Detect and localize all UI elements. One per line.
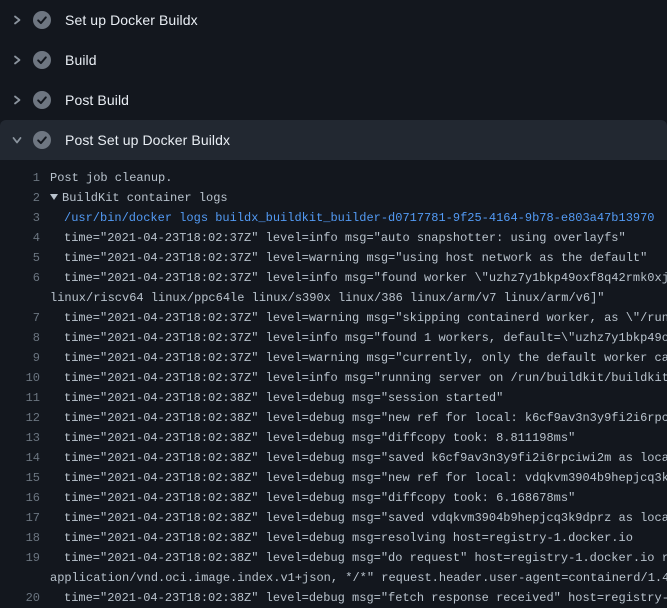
log-line-text: Post job cleanup. — [40, 168, 172, 188]
log-line-text: time="2021-04-23T18:02:37Z" level=warnin… — [40, 308, 667, 328]
step-header-post-build[interactable]: Post Build — [0, 80, 667, 120]
log-line: 10 time="2021-04-23T18:02:37Z" level=inf… — [0, 368, 667, 388]
log-line: 15 time="2021-04-23T18:02:38Z" level=deb… — [0, 468, 667, 488]
step-header-post-set-up-docker-buildx[interactable]: Post Set up Docker Buildx — [0, 120, 667, 160]
log-line-number[interactable] — [0, 288, 40, 308]
log-line: 14 time="2021-04-23T18:02:38Z" level=deb… — [0, 448, 667, 468]
log-line: 17 time="2021-04-23T18:02:38Z" level=deb… — [0, 508, 667, 528]
log-line-text: time="2021-04-23T18:02:38Z" level=debug … — [40, 468, 667, 488]
log-line: 1 Post job cleanup. — [0, 168, 667, 188]
log-line-text: application/vnd.oci.image.index.v1+json,… — [40, 568, 667, 588]
log-group-toggle-icon[interactable] — [50, 194, 58, 200]
step-title: Set up Docker Buildx — [65, 12, 198, 28]
log-line-text: linux/riscv64 linux/ppc64le linux/s390x … — [40, 288, 605, 308]
log-line-number[interactable]: 16 — [0, 488, 40, 508]
log-line: 3 /usr/bin/docker logs buildx_buildkit_b… — [0, 208, 667, 228]
log-line-number[interactable]: 13 — [0, 428, 40, 448]
log-line: 2 BuildKit container logs — [0, 188, 667, 208]
log-line: 11 time="2021-04-23T18:02:38Z" level=deb… — [0, 388, 667, 408]
log-line-text: time="2021-04-23T18:02:37Z" level=warnin… — [40, 348, 667, 368]
log-line-text: time="2021-04-23T18:02:37Z" level=info m… — [40, 228, 626, 248]
log-line-text: time="2021-04-23T18:02:37Z" level=info m… — [40, 268, 667, 288]
log-line-text: time="2021-04-23T18:02:38Z" level=debug … — [40, 388, 503, 408]
job-steps-list: Set up Docker Buildx Build — [0, 0, 667, 608]
log-line: 13 time="2021-04-23T18:02:38Z" level=deb… — [0, 428, 667, 448]
log-line-number[interactable]: 2 — [0, 188, 40, 208]
log-line-text: time="2021-04-23T18:02:38Z" level=debug … — [40, 508, 667, 528]
log-line-number[interactable]: 4 — [0, 228, 40, 248]
log-line-number[interactable]: 12 — [0, 408, 40, 428]
log-line-text: time="2021-04-23T18:02:38Z" level=debug … — [40, 428, 575, 448]
log-line: 12 time="2021-04-23T18:02:38Z" level=deb… — [0, 408, 667, 428]
chevron-right-icon — [12, 15, 22, 25]
step-header-build[interactable]: Build — [0, 40, 667, 80]
log-line-text: time="2021-04-23T18:02:38Z" level=debug … — [40, 448, 667, 468]
log-line-number[interactable]: 15 — [0, 468, 40, 488]
log-line: application/vnd.oci.image.index.v1+json,… — [0, 568, 667, 588]
log-line-number[interactable]: 10 — [0, 368, 40, 388]
step-success-icon — [33, 91, 51, 109]
step-title: Build — [65, 52, 97, 68]
log-line: 19 time="2021-04-23T18:02:38Z" level=deb… — [0, 548, 667, 568]
log-line: 9 time="2021-04-23T18:02:37Z" level=warn… — [0, 348, 667, 368]
log-line: 6 time="2021-04-23T18:02:37Z" level=info… — [0, 268, 667, 288]
log-line-number[interactable]: 20 — [0, 588, 40, 608]
log-line: 8 time="2021-04-23T18:02:37Z" level=info… — [0, 328, 667, 348]
log-line: linux/riscv64 linux/ppc64le linux/s390x … — [0, 288, 667, 308]
log-line-number[interactable]: 17 — [0, 508, 40, 528]
log-line-number[interactable] — [0, 568, 40, 588]
log-line-text: BuildKit container logs — [40, 188, 228, 208]
step-success-icon — [33, 131, 51, 149]
log-line-number[interactable]: 11 — [0, 388, 40, 408]
log-line: 16 time="2021-04-23T18:02:38Z" level=deb… — [0, 488, 667, 508]
log-line-text: time="2021-04-23T18:02:38Z" level=debug … — [40, 528, 633, 548]
log-line: 20 time="2021-04-23T18:02:38Z" level=deb… — [0, 588, 667, 608]
chevron-down-icon — [12, 135, 22, 145]
log-command-text: /usr/bin/docker logs buildx_buildkit_bui… — [40, 208, 655, 228]
log-line: 18 time="2021-04-23T18:02:38Z" level=deb… — [0, 528, 667, 548]
log-line-number[interactable]: 6 — [0, 268, 40, 288]
log-line-number[interactable]: 8 — [0, 328, 40, 348]
log-line: 4 time="2021-04-23T18:02:37Z" level=info… — [0, 228, 667, 248]
log-group-label[interactable]: BuildKit container logs — [62, 191, 228, 205]
step-header-set-up-docker-buildx[interactable]: Set up Docker Buildx — [0, 0, 667, 40]
log-line: 5 time="2021-04-23T18:02:37Z" level=warn… — [0, 248, 667, 268]
step-success-icon — [33, 51, 51, 69]
step-log-output: 1 Post job cleanup. 2 BuildKit container… — [0, 160, 667, 608]
log-line-number[interactable]: 19 — [0, 548, 40, 568]
log-line-number[interactable]: 18 — [0, 528, 40, 548]
log-line-text: time="2021-04-23T18:02:38Z" level=debug … — [40, 488, 575, 508]
log-line-number[interactable]: 1 — [0, 168, 40, 188]
chevron-right-icon — [12, 95, 22, 105]
log-line-text: time="2021-04-23T18:02:38Z" level=debug … — [40, 548, 667, 568]
log-line-number[interactable]: 14 — [0, 448, 40, 468]
step-title: Post Set up Docker Buildx — [65, 132, 230, 148]
log-line-number[interactable]: 9 — [0, 348, 40, 368]
chevron-right-icon — [12, 55, 22, 65]
log-line-number[interactable]: 5 — [0, 248, 40, 268]
log-line: 7 time="2021-04-23T18:02:37Z" level=warn… — [0, 308, 667, 328]
log-line-text: time="2021-04-23T18:02:37Z" level=info m… — [40, 328, 667, 348]
log-line-text: time="2021-04-23T18:02:38Z" level=debug … — [40, 588, 667, 608]
log-line-text: time="2021-04-23T18:02:37Z" level=warnin… — [40, 248, 647, 268]
step-title: Post Build — [65, 92, 129, 108]
log-line-number[interactable]: 3 — [0, 208, 40, 228]
log-line-text: time="2021-04-23T18:02:38Z" level=debug … — [40, 408, 667, 428]
log-line-text: time="2021-04-23T18:02:37Z" level=info m… — [40, 368, 667, 388]
log-line-number[interactable]: 7 — [0, 308, 40, 328]
step-success-icon — [33, 11, 51, 29]
